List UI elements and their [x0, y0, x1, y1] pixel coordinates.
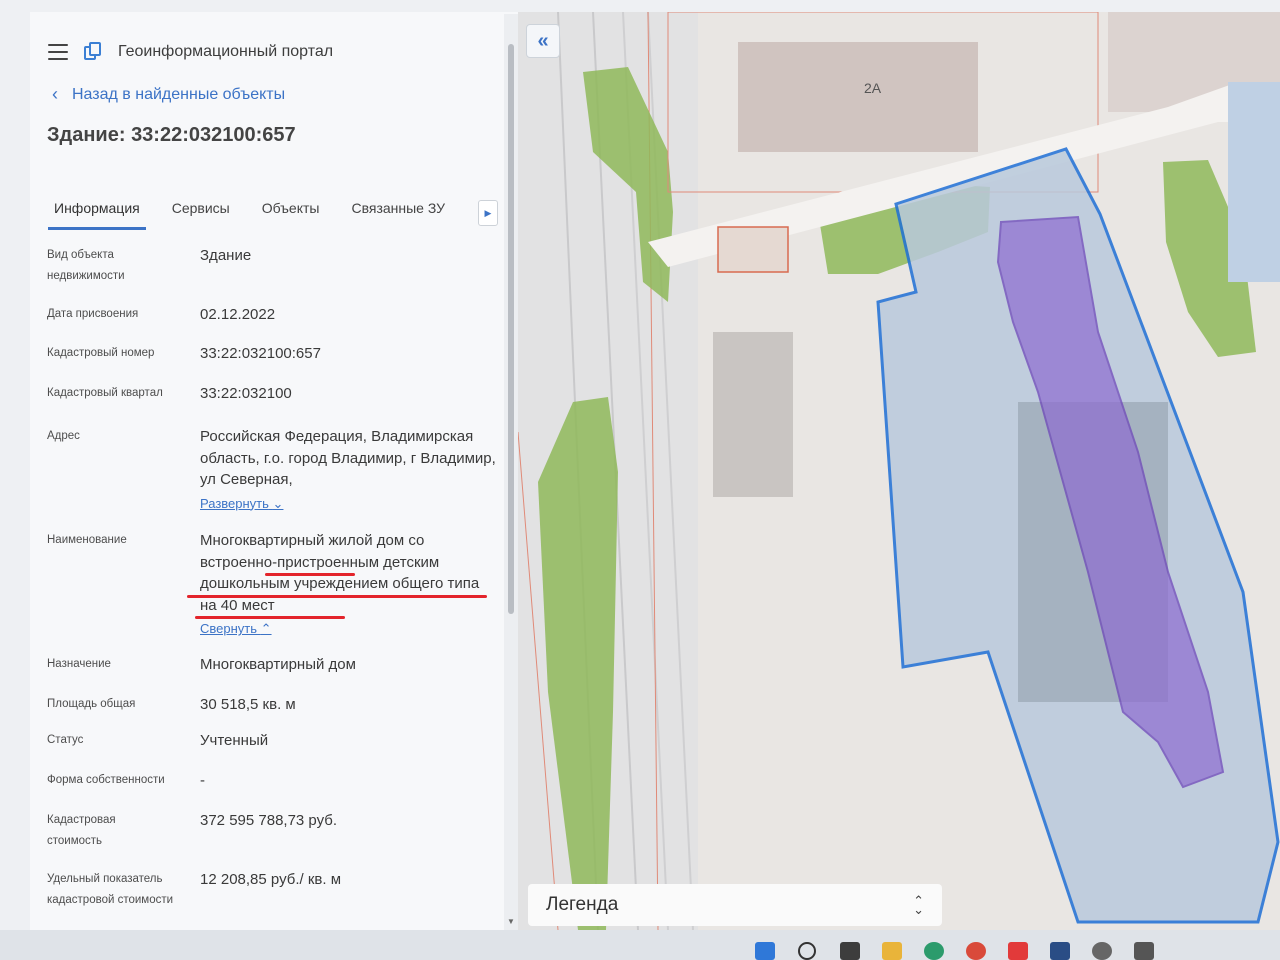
field-value: Многоквартирный дом: [200, 656, 356, 673]
tab-info[interactable]: Информация: [48, 190, 146, 230]
field-value: 12 208,85 руб./ кв. м: [200, 871, 342, 888]
field-value: 33:22:032100:657: [200, 345, 321, 362]
legend-dropdown[interactable]: Легенда ⌃ ⌄: [528, 884, 942, 926]
gear-icon[interactable]: [1092, 942, 1112, 960]
task-view-icon[interactable]: [840, 942, 860, 960]
map-view[interactable]: 2А « Легенда ⌃ ⌄: [518, 12, 1280, 930]
chevron-left-icon: ‹: [52, 84, 58, 104]
field-label: Статус: [47, 734, 84, 746]
field-value: Учтенный: [200, 732, 269, 749]
field-label: Наименование: [47, 534, 127, 546]
portal-logo-icon: [84, 42, 102, 62]
double-chevron-left-icon: «: [537, 29, 549, 52]
scroll-down-icon[interactable]: ▼: [507, 917, 515, 926]
info-panel: Геоинформационный портал ‹ Назад в найде…: [30, 12, 518, 930]
chevron-updown-icon: ⌃ ⌄: [913, 893, 924, 917]
folder-icon[interactable]: [882, 942, 902, 960]
back-link-label: Назад в найденные объекты: [72, 85, 286, 103]
expand-address-link[interactable]: Развернуть ⌄: [200, 493, 283, 515]
small-building: [717, 226, 789, 273]
field-value: Многоквартирный жилой дом со встроенно-п…: [200, 530, 500, 640]
back-link[interactable]: ‹ Назад в найденные объекты: [52, 84, 285, 105]
highlight-underline: [195, 616, 345, 619]
field-value: Здание: [200, 247, 252, 264]
highlight-underline: [187, 595, 487, 598]
field-label: Форма собственности: [47, 774, 165, 786]
search-icon[interactable]: [798, 942, 816, 960]
edge-browser-icon[interactable]: [924, 942, 944, 960]
field-label: Кадастровый квартал: [47, 387, 163, 399]
top-bar: Геоинформационный портал: [48, 32, 333, 72]
field-label: Площадь общая: [47, 698, 136, 710]
collapse-label: Свернуть: [200, 621, 258, 636]
tabs-scroll-right-icon[interactable]: ▶: [478, 200, 498, 226]
map-canvas[interactable]: [518, 12, 1280, 930]
building-number-label: 2А: [864, 80, 882, 96]
field-value: 30 518,5 кв. м: [200, 696, 296, 713]
building-right-edge: [1228, 82, 1280, 282]
field-label: Удельный показатель кадастровой стоимост…: [47, 873, 174, 906]
panel-scrollbar[interactable]: ▼: [504, 14, 518, 930]
chrome-browser-icon[interactable]: [966, 942, 986, 960]
field-label: Кадастровый номер: [47, 347, 155, 359]
chevron-down-icon: ⌄: [272, 495, 284, 511]
tab-objects[interactable]: Объекты: [256, 190, 326, 230]
os-taskbar: [0, 930, 1280, 960]
scrollbar-thumb[interactable]: [508, 44, 514, 614]
expand-label: Развернуть: [200, 495, 269, 511]
highlight-underline: [265, 573, 355, 576]
field-label: Вид объекта недвижимости: [47, 249, 125, 282]
field-label: Кадастровая стоимость: [47, 814, 116, 847]
field-value: -: [200, 772, 205, 789]
structure: [713, 332, 793, 497]
save-icon[interactable]: [1050, 942, 1070, 960]
collapse-panel-button[interactable]: «: [526, 24, 560, 58]
object-title: Здание: 33:22:032100:657: [47, 124, 296, 146]
tab-related-plots[interactable]: Связанные ЗУ: [345, 190, 451, 230]
field-value: Российская Федерация, Владимирская облас…: [200, 426, 500, 514]
field-value: 372 595 788,73 руб.: [200, 812, 338, 829]
tab-bar: Информация Сервисы Объекты Связанные ЗУ …: [48, 190, 504, 234]
field-value: 33:22:032100: [200, 385, 292, 402]
collapse-name-link[interactable]: Свернуть ⌃: [200, 618, 272, 640]
calculator-icon[interactable]: [1134, 942, 1154, 960]
field-label: Адрес: [47, 430, 80, 442]
field-label: Назначение: [47, 658, 111, 670]
building-2a: [738, 42, 978, 152]
address-text: Российская Федерация, Владимирская облас…: [200, 428, 496, 488]
yandex-browser-icon[interactable]: [1008, 942, 1028, 960]
menu-icon[interactable]: [48, 44, 68, 60]
chevron-up-icon: ⌃: [260, 621, 272, 636]
tab-services[interactable]: Сервисы: [166, 190, 236, 230]
field-label: Дата присвоения: [47, 308, 139, 320]
app-title: Геоинформационный портал: [118, 43, 334, 60]
screen: Геоинформационный портал ‹ Назад в найде…: [0, 0, 1280, 960]
start-icon[interactable]: [755, 942, 775, 960]
legend-label: Легенда: [546, 894, 619, 915]
field-value: 02.12.2022: [200, 306, 276, 323]
